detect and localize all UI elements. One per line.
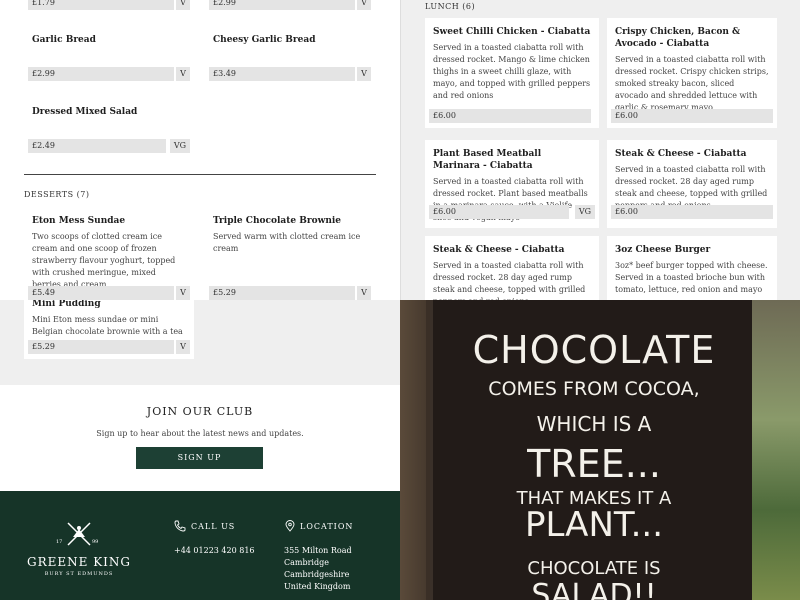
diet-tag: V bbox=[176, 0, 190, 10]
address-line: Cambridge bbox=[284, 558, 329, 567]
menu-card[interactable]: Eton Mess Sundae Two scoops of clotted c… bbox=[24, 207, 194, 300]
menu-item-title: Sweet Chilli Chicken - Ciabatta bbox=[433, 27, 591, 37]
chalk-line: COMES FROM COCOA, bbox=[488, 378, 700, 400]
logo-year-right: 99 bbox=[92, 539, 99, 545]
price-label: £6.00 bbox=[611, 109, 773, 123]
price-label: £6.00 bbox=[611, 205, 773, 219]
price-label: £5.29 bbox=[209, 286, 355, 300]
menu-item-title: Garlic Bread bbox=[32, 35, 96, 45]
panel-club-footer: Mini Pudding Mini Eton mess sundae or mi… bbox=[0, 300, 400, 600]
chalkboard: CHOCOLATE COMES FROM COCOA, WHICH IS A T… bbox=[430, 300, 755, 600]
price-label: £2.99 bbox=[28, 67, 174, 81]
menu-card[interactable]: Cheesy Garlic Bread £3.49 V bbox=[205, 26, 375, 86]
price-label: £2.49 bbox=[28, 139, 166, 153]
address-line: Cambridgeshire bbox=[284, 570, 350, 579]
menu-item-description: Served warm with clotted cream ice cream bbox=[213, 232, 361, 253]
chalk-line: WHICH IS A bbox=[536, 412, 652, 436]
price-label: £6.00 bbox=[429, 109, 591, 123]
chalkboard-photo: CHOCOLATE COMES FROM COCOA, WHICH IS A T… bbox=[400, 300, 800, 600]
chalk-line: TREE... bbox=[527, 442, 661, 486]
menu-item-title: Crispy Chicken, Bacon & Avocado - Ciabat… bbox=[615, 27, 741, 49]
price-label: £1.79 bbox=[28, 0, 174, 10]
location-label: LOCATION bbox=[300, 522, 354, 531]
chalk-line: SALAD!! bbox=[531, 578, 657, 600]
diet-tag: V bbox=[357, 67, 371, 81]
address-line: 355 Milton Road bbox=[284, 546, 352, 555]
section-title-lunch: LUNCH (6) bbox=[425, 2, 476, 11]
wooden-frame bbox=[400, 300, 426, 600]
chalk-line: CHOCOLATE bbox=[472, 328, 716, 372]
menu-card[interactable]: Sweet Chilli Chicken - Ciabatta Served i… bbox=[425, 18, 599, 128]
price-label: £3.49 bbox=[209, 67, 355, 81]
menu-card[interactable]: Garlic Bread £2.99 V bbox=[24, 26, 194, 86]
sign-up-button[interactable]: SIGN UP bbox=[136, 447, 263, 469]
price-label: £5.29 bbox=[28, 340, 174, 354]
join-club-title: JOIN OUR CLUB bbox=[146, 405, 254, 418]
diet-tag: VG bbox=[170, 139, 190, 153]
menu-card[interactable]: Steak & Cheese - Ciabatta Served in a to… bbox=[425, 236, 599, 300]
menu-card[interactable]: Crispy Chicken, Bacon & Avocado - Ciabat… bbox=[607, 18, 777, 128]
menu-item-title: Steak & Cheese - Ciabatta bbox=[615, 149, 747, 159]
menu-card[interactable]: Dressed Mixed Salad £2.49 VG bbox=[24, 98, 194, 158]
address-line: United Kingdom bbox=[284, 582, 351, 591]
background-plants bbox=[752, 300, 800, 600]
menu-item-description: Served in a toasted ciabatta roll with d… bbox=[615, 55, 769, 112]
diet-tag: V bbox=[357, 0, 371, 10]
price-label: £2.99 bbox=[209, 0, 355, 10]
menu-card[interactable]: Triple Chocolate Brownie Served warm wit… bbox=[205, 207, 375, 300]
menu-card-cut-top-right[interactable]: £2.99 V bbox=[205, 0, 375, 12]
menu-item-title: Steak & Cheese - Ciabatta bbox=[433, 245, 565, 255]
menu-item-title: Eton Mess Sundae bbox=[32, 216, 126, 226]
menu-item-title: Plant Based Meatball Marinara - Ciabatta bbox=[433, 149, 542, 171]
brand-subtitle: BURY ST EDMUNDS bbox=[44, 571, 114, 577]
menu-item-description: Served in a toasted ciabatta roll with d… bbox=[433, 261, 586, 300]
menu-card[interactable]: Plant Based Meatball Marinara - Ciabatta… bbox=[425, 140, 599, 228]
price-label: £5.49 bbox=[28, 286, 174, 300]
chalk-line: CHOCOLATE IS bbox=[527, 558, 661, 579]
diet-tag: V bbox=[176, 67, 190, 81]
menu-card[interactable]: Mini Pudding Mini Eton mess sundae or mi… bbox=[24, 300, 194, 359]
phone-number[interactable]: +44 01223 420 816 bbox=[174, 545, 255, 557]
diet-tag: V bbox=[357, 286, 371, 300]
menu-item-title: 3oz Cheese Burger bbox=[615, 245, 711, 255]
logo-year-left: 17 bbox=[56, 539, 63, 545]
menu-card[interactable]: 3oz Cheese Burger 3oz* beef burger toppe… bbox=[607, 236, 777, 300]
diet-tag: V bbox=[176, 286, 190, 300]
menu-card[interactable]: Steak & Cheese - Ciabatta Served in a to… bbox=[607, 140, 777, 228]
chalk-line: PLANT... bbox=[524, 505, 664, 545]
menu-item-title: Triple Chocolate Brownie bbox=[213, 216, 342, 226]
menu-item-description: 3oz* beef burger topped with cheese. Ser… bbox=[615, 261, 768, 294]
site-footer: 17 99 GREENE KING BURY ST EDMUNDS CALL U… bbox=[0, 491, 400, 600]
location-pin-icon bbox=[285, 520, 295, 532]
join-club-subtitle: Sign up to hear about the latest news an… bbox=[96, 429, 304, 438]
join-club-section: JOIN OUR CLUB Sign up to hear about the … bbox=[0, 385, 400, 491]
menu-panel-lunch: LUNCH (6) Sweet Chilli Chicken - Ciabatt… bbox=[400, 0, 800, 300]
greene-king-logo[interactable]: 17 99 GREENE KING BURY ST EDMUNDS bbox=[22, 519, 142, 579]
price-label: £6.00 bbox=[429, 205, 569, 219]
section-divider bbox=[24, 174, 376, 175]
crest-icon bbox=[67, 522, 91, 546]
menu-item-description: Served in a toasted ciabatta roll with d… bbox=[433, 43, 591, 100]
menu-panel-sides-desserts: £1.79 V £2.99 V Garlic Bread £2.99 V Che… bbox=[0, 0, 400, 300]
diet-tag: VG bbox=[575, 205, 595, 219]
menu-item-title: Dressed Mixed Salad bbox=[32, 107, 138, 117]
phone-icon bbox=[174, 520, 186, 532]
diet-tag: V bbox=[176, 340, 190, 354]
menu-card-cut-top-left[interactable]: £1.79 V bbox=[24, 0, 194, 12]
call-us-label: CALL US bbox=[191, 522, 236, 531]
brand-name: GREENE KING bbox=[26, 555, 131, 569]
section-title-desserts: DESSERTS (7) bbox=[24, 190, 90, 199]
menu-item-description: Two scoops of clotted cream ice cream an… bbox=[32, 232, 176, 289]
menu-item-title: Mini Pudding bbox=[32, 300, 101, 309]
menu-item-title: Cheesy Garlic Bread bbox=[213, 35, 316, 45]
